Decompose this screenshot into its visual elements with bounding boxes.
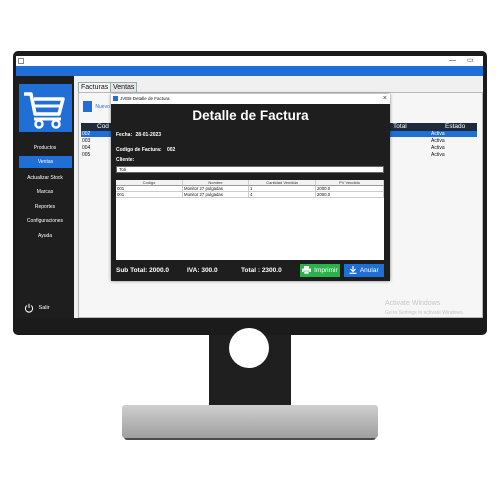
table-cell[interactable]: 001	[116, 192, 183, 198]
invoice-detail-dialog: JVEB-Detalle de Factura × Detalle de Fac…	[111, 94, 390, 281]
table-cell-state[interactable]: Activa	[431, 152, 445, 158]
print-button[interactable]: Imprimir	[300, 264, 340, 277]
table-cell[interactable]: Monitor 27 pulgadas	[183, 192, 249, 198]
print-button-label: Imprimir	[314, 267, 338, 274]
table-cell[interactable]: 2000.0	[316, 192, 384, 198]
cancel-invoice-button[interactable]: Anular	[344, 264, 384, 277]
fecha-field: Fecha: 28-01-2023	[116, 132, 161, 139]
printer-icon	[302, 266, 312, 275]
sidebar-item-productos[interactable]: Productos	[16, 142, 74, 154]
table-cell[interactable]: 4	[249, 192, 316, 198]
fecha-label: Fecha:	[116, 132, 133, 138]
window-titlebar: — ▭	[16, 56, 483, 66]
column-header-total: Total	[393, 123, 407, 130]
shopping-cart-icon	[19, 84, 72, 132]
table-cell-code[interactable]: 004	[82, 145, 90, 151]
cliente-label: Cliente:	[116, 157, 135, 163]
sidebar-item-ventas[interactable]: Ventas	[19, 156, 72, 168]
header-band	[16, 66, 483, 76]
sidebar-item-marcas[interactable]: Marcas	[16, 186, 74, 198]
codigo-field: Codigo de Factura: 002	[116, 147, 175, 154]
sidebar-item-reportes[interactable]: Reportes	[16, 201, 74, 213]
fecha-value: 28-01-2023	[135, 132, 162, 138]
logout-label: Salir	[38, 305, 50, 311]
sidebar-item-ayuda[interactable]: Ayuda	[16, 230, 74, 242]
table-cell-code[interactable]: 003	[82, 138, 90, 144]
invoice-items-table: Codigo Nombre Cantidad Vendida PV Vendid…	[116, 180, 384, 260]
new-invoice-button[interactable]: Nuevo	[81, 100, 110, 114]
table-cell-code[interactable]: 005	[82, 152, 90, 158]
app-icon	[113, 96, 118, 101]
logout-button[interactable]: Salir	[24, 302, 50, 314]
minimize-button[interactable]: —	[449, 56, 456, 66]
window-icon	[18, 58, 24, 64]
iva-text: IVA: 300.0	[187, 267, 218, 274]
power-icon	[24, 303, 34, 313]
column-header-estado: Estado	[445, 123, 466, 130]
dialog-heading: Detalle de Factura	[192, 108, 309, 123]
total-text: Total : 2300.0	[241, 267, 282, 274]
activation-watermark-detail: Go to Settings to activate Windows.	[385, 310, 464, 316]
download-icon	[349, 266, 357, 275]
table-cell-code[interactable]: 002	[82, 131, 90, 137]
sidebar-item-actualizar-stock[interactable]: Actualizar Stock	[16, 172, 74, 184]
monitor-stand-cutout	[229, 328, 269, 368]
dialog-titlebar: JVEB-Detalle de Factura ×	[111, 94, 390, 104]
cliente-input[interactable]: Toti	[116, 166, 384, 173]
sidebar: Productos Ventas Actualizar Stock Marcas…	[16, 76, 74, 318]
table-cell-state[interactable]: Activa	[431, 145, 445, 151]
subtotal-text: Sub Total: 2000.0	[116, 267, 169, 274]
maximize-button[interactable]: ▭	[467, 56, 474, 66]
activation-watermark: Activate Windows	[385, 300, 441, 307]
cancel-button-label: Anular	[359, 267, 379, 274]
sidebar-item-configuraciones[interactable]: Configuraciones	[16, 215, 74, 227]
dialog-window-title: JVEB-Detalle de Factura	[120, 96, 170, 101]
close-icon[interactable]: ×	[383, 94, 387, 104]
monitor-stand-base	[122, 405, 378, 438]
table-cell-state[interactable]: Activa	[431, 138, 445, 144]
codigo-label: Codigo de Factura:	[116, 147, 162, 153]
codigo-value: 002	[166, 147, 176, 153]
document-icon	[83, 101, 92, 113]
column-header-cod: Cod	[97, 123, 109, 130]
table-cell-state[interactable]: Activa	[431, 131, 445, 137]
new-invoice-label: Nuevo	[95, 104, 110, 110]
